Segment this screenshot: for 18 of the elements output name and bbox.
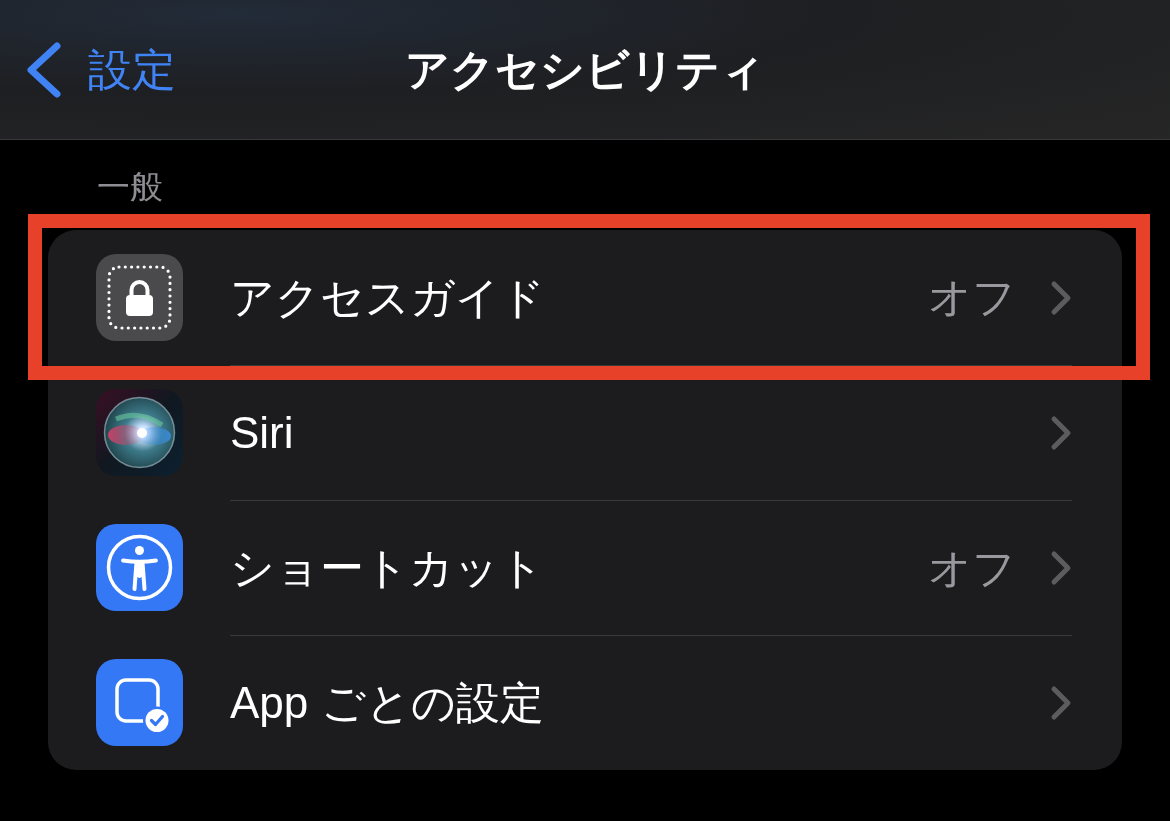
row-label[interactable]: ショートカット: [230, 546, 544, 590]
chevron-right-icon: [1050, 415, 1072, 451]
accessibility-icon: [96, 524, 183, 611]
row-label[interactable]: アクセスガイド: [230, 275, 545, 320]
lock-icon: [96, 254, 183, 341]
page-title: アクセシビリティ: [405, 47, 765, 92]
chevron-right-icon: [1050, 279, 1072, 316]
chevron-right-icon: [1050, 550, 1072, 586]
row-label[interactable]: App ごとの設定: [230, 681, 544, 725]
status-value: オフ: [928, 546, 1016, 590]
row-label[interactable]: Siri: [230, 411, 294, 455]
chevron-left-icon: [26, 41, 62, 98]
section-header: 一般: [97, 168, 163, 205]
chevron-right-icon: [1050, 685, 1072, 721]
status-value: オフ: [928, 276, 1016, 319]
app-check-icon: [96, 659, 183, 746]
back-button[interactable]: 設定: [26, 41, 176, 98]
glowing-orb-icon: [96, 389, 183, 476]
